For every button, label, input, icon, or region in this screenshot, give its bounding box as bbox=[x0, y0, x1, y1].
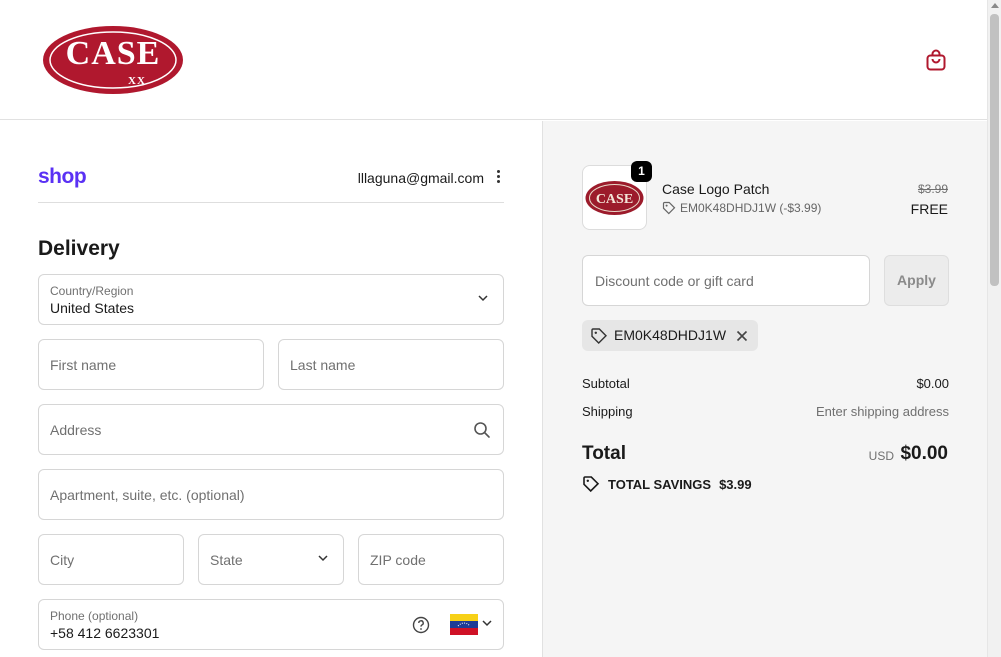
kebab-icon[interactable] bbox=[494, 169, 502, 185]
address-field[interactable]: Address bbox=[38, 404, 504, 455]
zip-field[interactable]: ZIP code bbox=[358, 534, 504, 585]
product-name: Case Logo Patch bbox=[662, 181, 770, 197]
scrollbar-thumb[interactable] bbox=[990, 14, 999, 286]
chevron-down-icon bbox=[318, 555, 328, 562]
order-summary: CASE 1 Case Logo Patch EM0K48DHDJ1W (-$3… bbox=[542, 121, 987, 657]
last-name-placeholder: Last name bbox=[290, 357, 356, 373]
chevron-down-icon bbox=[478, 295, 488, 302]
country-value: United States bbox=[50, 300, 135, 316]
close-icon[interactable] bbox=[736, 330, 748, 342]
phone-label: Phone (optional) bbox=[50, 609, 139, 623]
logo-subtext: XX bbox=[128, 75, 146, 87]
first-name-placeholder: First name bbox=[50, 357, 117, 373]
state-placeholder: State bbox=[210, 552, 243, 568]
subtotal-value: $0.00 bbox=[916, 376, 949, 391]
total-savings: TOTAL SAVINGS $3.99 bbox=[582, 475, 752, 493]
total-value: $0.00 bbox=[900, 443, 948, 464]
account-email: lllaguna@gmail.com bbox=[357, 170, 484, 186]
delivery-heading: Delivery bbox=[38, 237, 120, 260]
discount-code-input[interactable]: Discount code or gift card bbox=[582, 255, 870, 306]
apply-button[interactable]: Apply bbox=[884, 255, 949, 306]
city-placeholder: City bbox=[50, 552, 75, 568]
country-select[interactable]: Country/Region United States bbox=[38, 274, 504, 325]
zip-placeholder: ZIP code bbox=[370, 552, 426, 568]
search-icon[interactable] bbox=[473, 421, 491, 439]
shipping-label: Shipping bbox=[582, 404, 633, 419]
discount-code-placeholder: Discount code or gift card bbox=[595, 273, 754, 289]
venezuela-flag-icon[interactable] bbox=[450, 614, 478, 635]
applied-discount-code: EM0K48DHDJ1W bbox=[614, 327, 727, 343]
address-placeholder: Address bbox=[50, 422, 102, 438]
last-name-field[interactable]: Last name bbox=[278, 339, 504, 390]
product-price: FREE bbox=[910, 201, 948, 217]
total-currency: USD bbox=[868, 449, 894, 463]
savings-value: $3.99 bbox=[719, 476, 752, 492]
apartment-placeholder: Apartment, suite, etc. (optional) bbox=[50, 487, 245, 503]
country-label: Country/Region bbox=[50, 284, 134, 298]
checkout-page: CASE XX shop lllaguna@gmail.com Delivery… bbox=[0, 0, 1001, 657]
state-select[interactable]: State bbox=[198, 534, 344, 585]
phone-value: +58 412 6623301 bbox=[50, 625, 160, 641]
logo-text: CASE bbox=[65, 35, 161, 72]
chevron-down-icon[interactable] bbox=[481, 617, 493, 629]
city-field[interactable]: City bbox=[38, 534, 184, 585]
shop-pay-logo: shop bbox=[38, 165, 87, 188]
savings-tag-icon bbox=[583, 476, 600, 493]
total-label: Total bbox=[582, 443, 626, 464]
tag-icon bbox=[662, 201, 676, 215]
help-circle-icon[interactable] bbox=[412, 616, 430, 634]
product-original-price: $3.99 bbox=[917, 182, 948, 196]
subtotal-label: Subtotal bbox=[582, 376, 630, 391]
tag-icon bbox=[591, 327, 607, 344]
apartment-field[interactable]: Apartment, suite, etc. (optional) bbox=[38, 469, 504, 520]
header: CASE XX bbox=[0, 0, 987, 120]
applied-discount-chip: EM0K48DHDJ1W bbox=[582, 320, 759, 351]
first-name-field[interactable]: First name bbox=[38, 339, 264, 390]
shopping-bag-icon[interactable] bbox=[924, 48, 948, 72]
svg-text:CASE: CASE bbox=[596, 192, 633, 207]
case-logo[interactable]: CASE XX bbox=[40, 23, 186, 97]
quantity-badge: 1 bbox=[631, 161, 652, 182]
delivery-column: shop lllaguna@gmail.com Delivery Country… bbox=[0, 121, 542, 657]
product-discount-text: EM0K48DHDJ1W (-$3.99) bbox=[680, 201, 822, 215]
phone-field[interactable]: Phone (optional) +58 412 6623301 bbox=[38, 599, 504, 650]
account-row: shop lllaguna@gmail.com bbox=[38, 165, 504, 203]
scroll-up-arrow-icon[interactable] bbox=[991, 3, 999, 8]
product-discount: EM0K48DHDJ1W (-$3.99) bbox=[662, 201, 821, 215]
shipping-value: Enter shipping address bbox=[816, 404, 949, 419]
page-scrollbar[interactable] bbox=[987, 0, 1001, 657]
savings-label: TOTAL SAVINGS bbox=[608, 476, 712, 492]
